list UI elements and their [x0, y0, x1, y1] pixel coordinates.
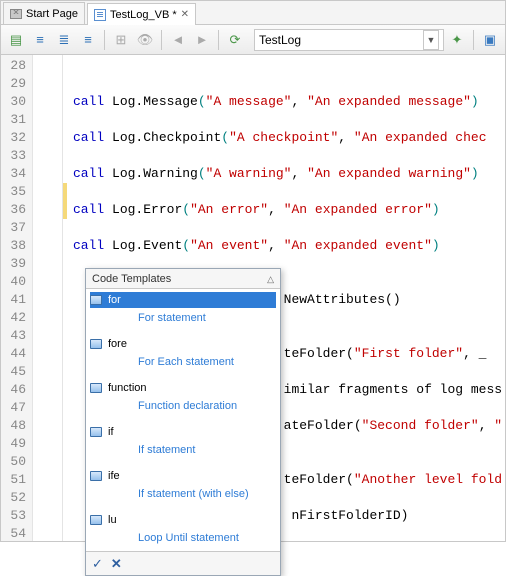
tab-label: TestLog_VB * [110, 9, 177, 21]
template-item-for[interactable]: for For statement [86, 289, 280, 333]
panel-button[interactable]: ▣ [479, 29, 501, 51]
marker-gutter [33, 55, 63, 541]
refresh-button[interactable]: ⟳ [224, 29, 246, 51]
separator [218, 30, 219, 50]
routine-selector[interactable]: TestLog ▼ [254, 29, 444, 51]
script-icon [94, 9, 106, 21]
align-left-button[interactable]: ≡ [29, 29, 51, 51]
tab-start-page[interactable]: Start Page [3, 2, 85, 24]
close-icon[interactable]: ✕ [181, 9, 189, 20]
code-editor[interactable]: 282930 313233 343536 373839 404142 43444… [1, 55, 505, 541]
popup-title: Code Templates [92, 270, 171, 288]
goto-button[interactable]: ✦ [446, 29, 468, 51]
combo-text: TestLog [259, 33, 301, 47]
code-templates-popup: Code Templates △ for For statement fore … [85, 268, 281, 576]
accept-button[interactable]: ✓ [92, 555, 103, 573]
home-icon [10, 9, 22, 19]
tab-testlog-vb[interactable]: TestLog_VB * ✕ [87, 3, 196, 25]
popup-footer: ✓ ✕ [86, 551, 280, 575]
tab-bar: Start Page TestLog_VB * ✕ [1, 1, 505, 25]
separator [104, 30, 105, 50]
toolbar: ▤ ≡ ≣ ≡ ⊞ 👁 ◄ ► ⟳ TestLog ▼ ✦ ▣ [1, 25, 505, 55]
template-icon [90, 339, 102, 349]
template-list[interactable]: for For statement fore For Each statemen… [86, 289, 280, 551]
template-icon [90, 295, 102, 305]
line-number-gutter: 282930 313233 343536 373839 404142 43444… [1, 55, 33, 541]
chevron-down-icon[interactable]: ▼ [423, 30, 439, 50]
watch-button[interactable]: 👁 [134, 29, 156, 51]
tab-label: Start Page [26, 8, 78, 20]
popup-header[interactable]: Code Templates △ [86, 269, 280, 289]
template-item-if[interactable]: if If statement [86, 421, 280, 465]
indent-guides-button[interactable]: ▤ [5, 29, 27, 51]
align-center-button[interactable]: ≣ [53, 29, 75, 51]
template-item-fore[interactable]: fore For Each statement [86, 333, 280, 377]
template-item-ife[interactable]: ife If statement (with else) [86, 465, 280, 509]
template-icon [90, 427, 102, 437]
nav-back-button[interactable]: ◄ [167, 29, 189, 51]
toggle-button[interactable]: ⊞ [110, 29, 132, 51]
separator [161, 30, 162, 50]
template-icon [90, 383, 102, 393]
cancel-button[interactable]: ✕ [111, 555, 122, 573]
template-icon [90, 515, 102, 525]
align-right-button[interactable]: ≡ [77, 29, 99, 51]
separator [473, 30, 474, 50]
template-icon [90, 471, 102, 481]
template-item-lu[interactable]: lu Loop Until statement [86, 509, 280, 551]
nav-fwd-button[interactable]: ► [191, 29, 213, 51]
template-item-function[interactable]: function Function declaration [86, 377, 280, 421]
sort-icon[interactable]: △ [267, 270, 274, 288]
